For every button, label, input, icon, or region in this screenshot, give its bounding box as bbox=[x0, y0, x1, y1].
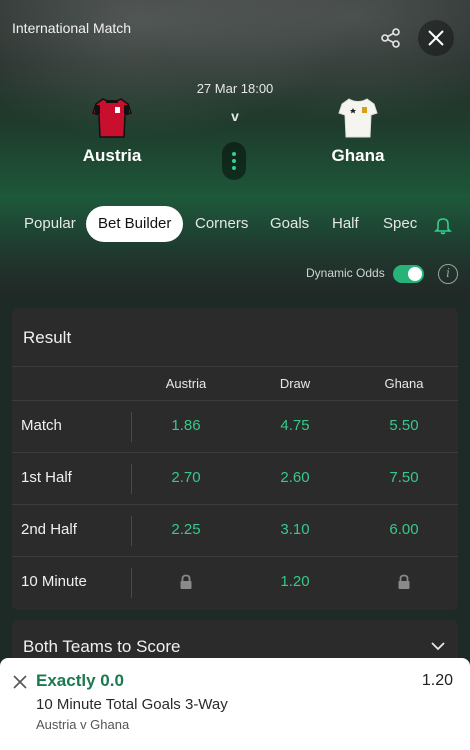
page-title: International Match bbox=[12, 20, 132, 36]
row-divider bbox=[131, 568, 132, 598]
row-label: 10 Minute bbox=[21, 573, 87, 590]
result-market-title: Result bbox=[23, 328, 72, 347]
btts-market-title: Both Teams to Score bbox=[23, 637, 181, 656]
row-divider bbox=[131, 516, 132, 546]
dynamic-odds-label: Dynamic Odds bbox=[306, 266, 385, 280]
bet-slip-market: 10 Minute Total Goals 3-Way bbox=[36, 696, 228, 713]
result-row-1st-half: 1st Half 2.70 2.60 7.50 bbox=[12, 453, 458, 505]
row-label: 2nd Half bbox=[21, 521, 77, 538]
close-button[interactable] bbox=[418, 20, 454, 56]
odds-button-draw[interactable]: 4.75 bbox=[245, 417, 345, 434]
tab-popular[interactable]: Popular bbox=[24, 206, 76, 242]
result-column-header: Austria Draw Ghana bbox=[12, 366, 458, 401]
more-dot-icon bbox=[232, 166, 236, 170]
market-tabs: Popular Bet Builder Corners Goals Half S… bbox=[0, 206, 470, 242]
austria-shirt-icon bbox=[92, 98, 132, 138]
chevron-down-icon bbox=[431, 642, 445, 651]
away-team-name: Ghana bbox=[331, 146, 385, 165]
odds-button-home[interactable]: 2.25 bbox=[136, 521, 236, 538]
odds-button-draw[interactable]: 3.10 bbox=[245, 521, 345, 538]
remove-selection-icon[interactable] bbox=[12, 674, 28, 690]
tab-goals[interactable]: Goals bbox=[270, 206, 309, 242]
row-divider bbox=[131, 412, 132, 442]
result-row-2nd-half: 2nd Half 2.25 3.10 6.00 bbox=[12, 505, 458, 557]
versus-label: v bbox=[231, 108, 239, 124]
match-datetime: 27 Mar 18:00 bbox=[196, 81, 274, 96]
bet-slip-selection: Exactly 0.0 bbox=[36, 671, 124, 690]
tab-corners[interactable]: Corners bbox=[195, 206, 248, 242]
column-header-draw: Draw bbox=[279, 376, 311, 391]
lock-icon bbox=[398, 574, 410, 589]
info-icon[interactable]: i bbox=[438, 264, 458, 284]
column-header-away: Ghana bbox=[384, 376, 424, 391]
row-label: 1st Half bbox=[21, 469, 72, 486]
odds-button-away[interactable]: 5.50 bbox=[354, 417, 454, 434]
more-options-button[interactable] bbox=[222, 142, 246, 180]
tab-bet-builder[interactable]: Bet Builder bbox=[86, 206, 184, 242]
bet-slip-odds: 1.20 bbox=[421, 672, 453, 689]
ghana-shirt-icon bbox=[338, 98, 378, 138]
row-divider bbox=[131, 464, 132, 494]
column-header-home: Austria bbox=[165, 376, 207, 391]
result-row-10-minute: 10 Minute 1.20 bbox=[12, 557, 458, 609]
lock-icon bbox=[180, 574, 192, 589]
odds-button-home[interactable]: 1.86 bbox=[136, 417, 236, 434]
more-dot-icon bbox=[232, 152, 236, 156]
odds-button-away[interactable]: 6.00 bbox=[354, 521, 454, 538]
home-team-name: Austria bbox=[82, 146, 142, 165]
tab-half[interactable]: Half bbox=[332, 206, 359, 242]
tab-spec[interactable]: Spec bbox=[383, 206, 417, 242]
odds-button-draw[interactable]: 2.60 bbox=[245, 469, 345, 486]
odds-button-draw[interactable]: 1.20 bbox=[245, 573, 345, 590]
odds-button-away[interactable]: 7.50 bbox=[354, 469, 454, 486]
dynamic-odds-toggle[interactable] bbox=[393, 265, 424, 283]
bet-slip-event: Austria v Ghana bbox=[36, 717, 130, 732]
row-label: Match bbox=[21, 417, 62, 434]
bet-slip-panel[interactable]: Exactly 0.0 1.20 10 Minute Total Goals 3… bbox=[0, 658, 470, 750]
bell-icon[interactable] bbox=[433, 215, 453, 235]
more-dot-icon bbox=[232, 159, 236, 163]
toggle-knob bbox=[408, 267, 422, 281]
share-icon[interactable] bbox=[380, 27, 402, 49]
odds-button-home[interactable]: 2.70 bbox=[136, 469, 236, 486]
result-market-card: Result Austria Draw Ghana Match 1.86 4.7… bbox=[12, 308, 458, 610]
close-icon bbox=[428, 30, 444, 46]
result-row-match: Match 1.86 4.75 5.50 bbox=[12, 401, 458, 453]
